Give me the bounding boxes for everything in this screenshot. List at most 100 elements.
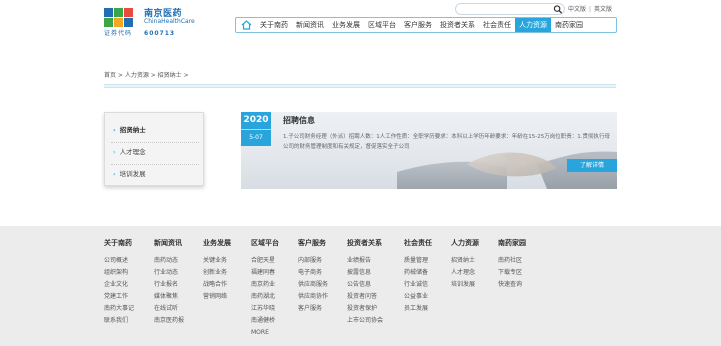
footer-link[interactable]: 上市公司协会: [347, 315, 383, 327]
breadcrumb[interactable]: 首页 > 人力资源 > 招贤纳士 >: [104, 70, 189, 79]
chevron-right-icon: ›: [113, 126, 116, 134]
nav-item-social[interactable]: 社会责任: [479, 18, 515, 32]
footer-link[interactable]: 供应商服务: [298, 279, 328, 291]
footer-link[interactable]: 供应商协作: [298, 291, 328, 303]
footer-link[interactable]: 南京药业: [251, 279, 279, 291]
footer-link[interactable]: 南药动态: [154, 255, 184, 267]
footer-more-link[interactable]: MORE: [251, 327, 279, 339]
footer-link[interactable]: 媒体聚焦: [154, 291, 184, 303]
footer-link[interactable]: 在线试听: [154, 303, 184, 315]
footer-link[interactable]: 公益事业: [404, 291, 432, 303]
footer-link[interactable]: 公司概述: [104, 255, 134, 267]
footer-column-title[interactable]: 区域平台: [251, 238, 279, 248]
footer-link[interactable]: 投资者保护: [347, 303, 383, 315]
footer-column-home-garden: 南药家园 南药社区 下载专区 快速查询: [498, 238, 526, 291]
nav-item-news[interactable]: 新闻资讯: [292, 18, 328, 32]
footer-link[interactable]: 南京医药报: [154, 315, 184, 327]
footer-link[interactable]: 披露信息: [347, 267, 383, 279]
footer-link[interactable]: 投资者问答: [347, 291, 383, 303]
search-input[interactable]: [455, 3, 565, 15]
footer-link[interactable]: 南通健桥: [251, 315, 279, 327]
footer-link[interactable]: 南药社区: [498, 255, 526, 267]
stock-label: 证券代码: [104, 30, 133, 37]
stock-code: 证券代码 600713: [104, 28, 175, 37]
footer-column-title[interactable]: 投资者关系: [347, 238, 383, 248]
footer-link[interactable]: 质量管理: [404, 255, 432, 267]
logo-mark-icon: [104, 8, 142, 28]
footer-link[interactable]: 关键业务: [203, 255, 231, 267]
job-card: 2020 5-07 招聘信息 1.子公司财务经理（外派）招聘人数：1人工作性质：…: [241, 112, 617, 189]
footer-link[interactable]: 快速查询: [498, 279, 526, 291]
footer-link[interactable]: 江苏华晓: [251, 303, 279, 315]
date-badge: 2020 5-07: [241, 112, 271, 146]
footer-link[interactable]: 联系我们: [104, 315, 134, 327]
footer-column-title[interactable]: 关于南药: [104, 238, 134, 248]
sidebar-item-label: 招贤纳士: [119, 126, 146, 134]
footer-link[interactable]: 行业诚信: [404, 279, 432, 291]
search-icon[interactable]: [553, 5, 563, 14]
job-description: 1.子公司财务经理（外派）招聘人数：1人工作性质：全职学历要求：本科以上学历年龄…: [283, 134, 610, 150]
nav-item-regional[interactable]: 区域平台: [364, 18, 400, 32]
footer-column-title[interactable]: 人力资源: [451, 238, 479, 248]
nav-item-customer[interactable]: 客户服务: [400, 18, 436, 32]
sidebar-divider: [111, 164, 199, 165]
footer-column-title[interactable]: 社会责任: [404, 238, 432, 248]
sidebar-item-label: 培训发展: [119, 170, 146, 178]
home-icon[interactable]: [236, 18, 256, 32]
footer-column-title[interactable]: 客户服务: [298, 238, 328, 248]
footer-link[interactable]: 招贤纳士: [451, 255, 479, 267]
nav-item-home-garden[interactable]: 南药家园: [551, 18, 587, 32]
date-month-day: 5-07: [249, 134, 263, 141]
footer-link[interactable]: 行业报名: [154, 279, 184, 291]
footer-column-social: 社会责任 质量管理 药械储备 行业诚信 公益事业 员工发展: [404, 238, 432, 315]
sidebar-item-talent[interactable]: › 人才理念: [105, 143, 203, 161]
footer-column-about: 关于南药 公司概述 组织架构 企业文化 党建工作 南药大事记 联系我们: [104, 238, 134, 327]
footer-link[interactable]: 客户服务: [298, 303, 328, 315]
footer-link[interactable]: 公告信息: [347, 279, 383, 291]
footer-link[interactable]: 行业动态: [154, 267, 184, 279]
footer-link[interactable]: 下载专区: [498, 267, 526, 279]
footer-link[interactable]: 组织架构: [104, 267, 134, 279]
footer-link[interactable]: 福建同春: [251, 267, 279, 279]
language-switch: 中文版 | 英文版: [568, 6, 613, 13]
job-title[interactable]: 招聘信息: [283, 115, 315, 126]
footer-link[interactable]: 电子商务: [298, 267, 328, 279]
footer-link[interactable]: 人才理念: [451, 267, 479, 279]
logo-name-en: ChinaHealthCare: [144, 18, 195, 25]
footer-link[interactable]: 战略合作: [203, 279, 231, 291]
more-details-button[interactable]: 了解详情: [567, 159, 617, 172]
sidebar-divider: [111, 142, 199, 143]
site-header: 南京医药 ChinaHealthCare 证券代码 600713 中文版 | 英文版 …: [0, 0, 721, 48]
divider-band: [104, 84, 616, 88]
sidebar-item-label: 人才理念: [119, 148, 146, 156]
footer-link[interactable]: 营销网络: [203, 291, 231, 303]
footer-column-title[interactable]: 新闻资讯: [154, 238, 184, 248]
sidebar-item-training[interactable]: › 培训发展: [105, 165, 203, 183]
footer-link[interactable]: 内部服务: [298, 255, 328, 267]
footer-column-title[interactable]: 南药家园: [498, 238, 526, 248]
footer-column-news: 新闻资讯 南药动态 行业动态 行业报名 媒体聚焦 在线试听 南京医药报: [154, 238, 184, 327]
footer-column-regional: 区域平台 合肥天星 福建同春 南京药业 南药湖北 江苏华晓 南通健桥 MORE: [251, 238, 279, 339]
main-nav: 关于南药 新闻资讯 业务发展 区域平台 客户服务 投资者关系 社会责任 人力资源…: [235, 17, 617, 33]
lang-en-link[interactable]: 英文版: [594, 6, 612, 13]
footer-link[interactable]: 员工发展: [404, 303, 432, 315]
chevron-right-icon: ›: [113, 170, 116, 178]
stock-number: 600713: [144, 30, 176, 37]
footer-link[interactable]: 创新业务: [203, 267, 231, 279]
footer-link[interactable]: 合肥天星: [251, 255, 279, 267]
nav-item-business[interactable]: 业务发展: [328, 18, 364, 32]
footer-column-title[interactable]: 业务发展: [203, 238, 231, 248]
footer-link[interactable]: 业绩报告: [347, 255, 383, 267]
nav-item-about[interactable]: 关于南药: [256, 18, 292, 32]
footer-link[interactable]: 党建工作: [104, 291, 134, 303]
sidebar-item-recruit[interactable]: › 招贤纳士: [105, 121, 203, 139]
footer-link[interactable]: 南药大事记: [104, 303, 134, 315]
footer-link[interactable]: 企业文化: [104, 279, 134, 291]
lang-cn-link[interactable]: 中文版: [568, 6, 586, 13]
nav-item-hr[interactable]: 人力资源: [515, 18, 551, 32]
nav-item-investor[interactable]: 投资者关系: [436, 18, 479, 32]
footer-link[interactable]: 药械储备: [404, 267, 432, 279]
chevron-right-icon: ›: [113, 148, 116, 156]
footer-link[interactable]: 南药湖北: [251, 291, 279, 303]
footer-link[interactable]: 培训发展: [451, 279, 479, 291]
